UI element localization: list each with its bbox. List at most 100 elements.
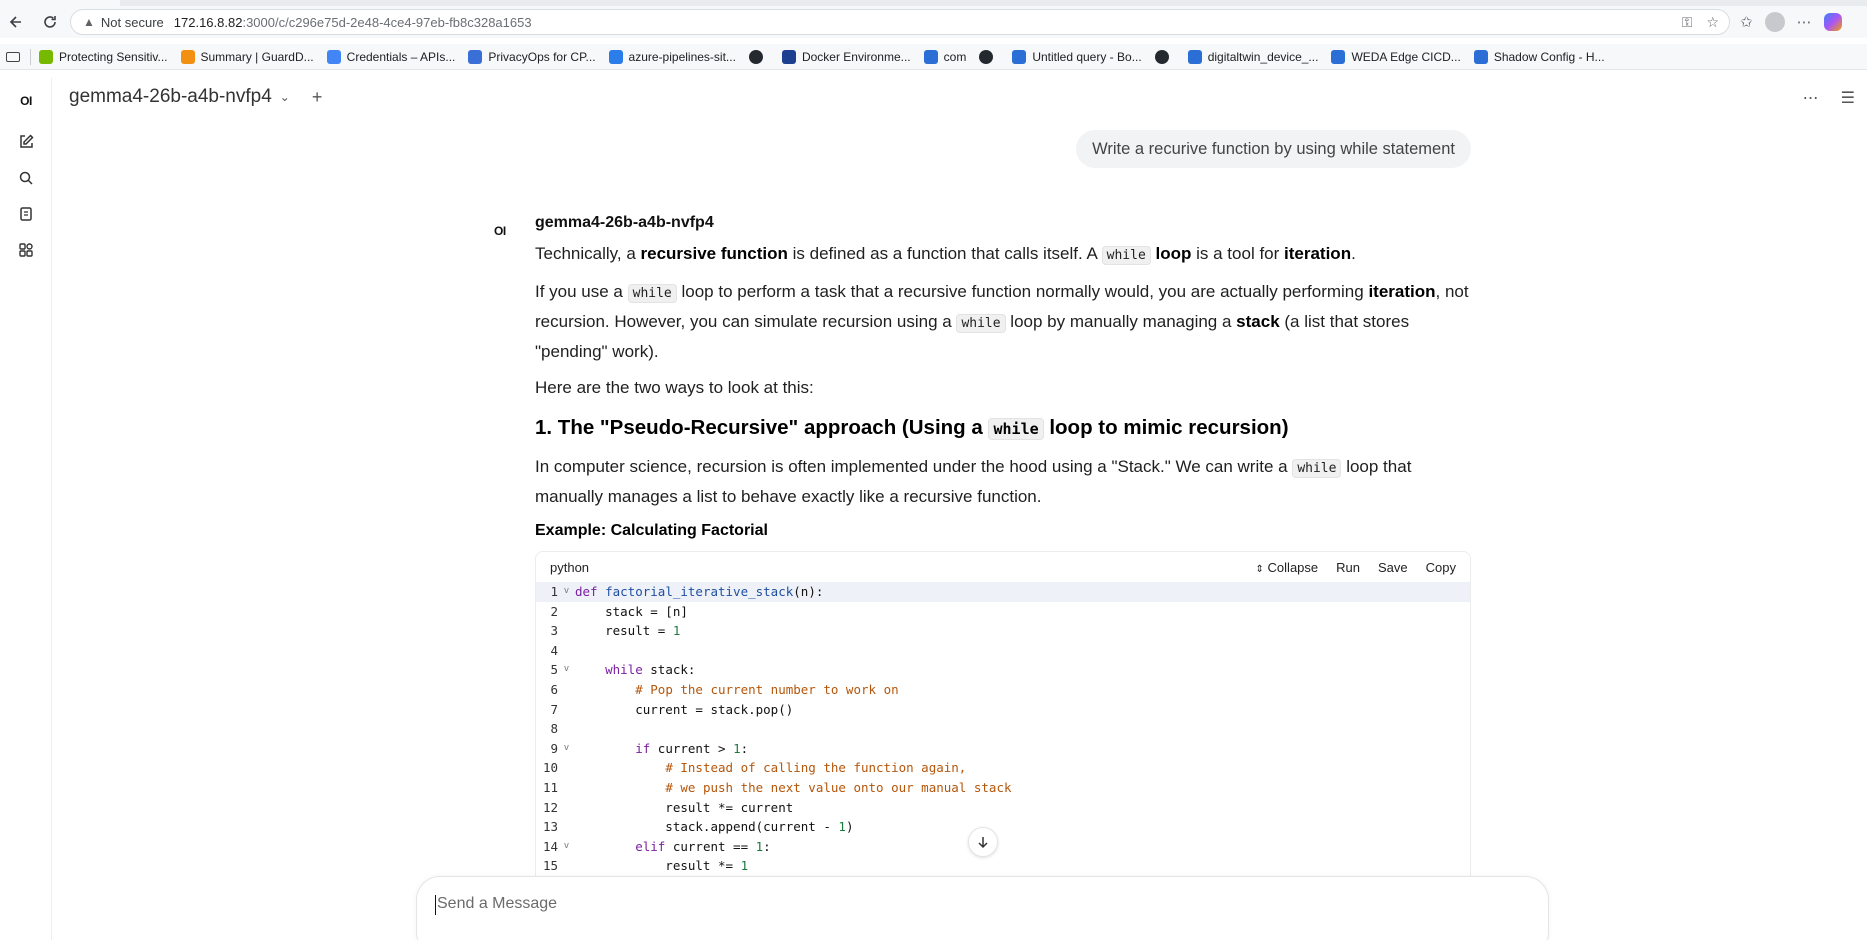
code-line: 15 result *= 1 (536, 856, 1470, 876)
bookmark-label: Docker Environme... (801, 49, 911, 64)
fold-gutter (558, 758, 575, 778)
bookmark-favicon-icon (1473, 49, 1488, 64)
star-icon[interactable]: ☆ (1706, 14, 1719, 31)
inline-code: while (1292, 459, 1342, 478)
fold-chevron-icon[interactable]: v (558, 582, 575, 602)
fold-gutter (558, 621, 575, 641)
key-icon[interactable]: ⚿ (1682, 14, 1693, 31)
bookmark-favicon-icon (180, 49, 195, 64)
bookmark-label: Summary | GuardD... (200, 49, 314, 64)
collapse-button[interactable]: ⇕ Collapse (1256, 560, 1319, 575)
line-number: 2 (550, 603, 558, 619)
bookmark-item[interactable] (748, 49, 769, 64)
model-name: gemma4-26b-a4b-nvfp4 (69, 86, 272, 107)
code-text: # Instead of calling the function again, (575, 758, 966, 778)
app-logo[interactable]: OI (13, 88, 39, 114)
header-actions: ⋯ ☰ (1803, 88, 1855, 108)
workspace-icon[interactable] (13, 237, 39, 263)
code-text: # Pop the current number to work on (575, 680, 898, 700)
inline-code: while (627, 284, 677, 303)
save-button[interactable]: Save (1378, 560, 1408, 575)
reload-icon[interactable] (38, 10, 62, 34)
bookmark-item[interactable] (979, 49, 999, 64)
fold-chevron-icon[interactable]: v (558, 739, 575, 759)
code-token: stack = [n] (575, 603, 688, 619)
fold-gutter (558, 778, 575, 798)
code-token: if (635, 740, 651, 756)
more-options-icon[interactable]: ⋯ (1803, 88, 1819, 108)
code-editor[interactable]: 1 v def factorial_iterative_stack(n): 2 sta… (536, 582, 1470, 890)
bookmark-favicon-icon (1331, 49, 1346, 64)
scroll-down-button[interactable] (968, 827, 998, 857)
line-number: 4 (550, 642, 558, 658)
code-line: 13 stack.append(current - 1) (536, 817, 1470, 837)
code-token: current == (665, 838, 756, 854)
bookmark-item[interactable]: Credentials – APIs... (326, 49, 456, 64)
bookmark-label: Credentials – APIs... (346, 49, 456, 64)
fold-gutter (558, 798, 575, 818)
app-sidebar: OI (0, 78, 52, 940)
bookmark-item[interactable]: Untitled query - Bo... (1012, 49, 1142, 64)
code-line: 8 (536, 719, 1470, 739)
notes-icon[interactable] (13, 201, 39, 227)
code-token: result *= current (575, 799, 794, 815)
bookmark-item[interactable]: Shadow Config - H... (1473, 49, 1605, 64)
bookmark-item[interactable]: digitaltwin_device_... (1187, 49, 1318, 64)
more-menu-icon[interactable]: ⋯ (1797, 13, 1812, 31)
section-heading: 1. The "Pseudo-Recursive" approach (Usin… (535, 416, 1289, 440)
controls-icon[interactable]: ☰ (1841, 88, 1855, 108)
chevron-down-icon[interactable]: ⌄ (280, 90, 290, 104)
code-token: : (740, 740, 749, 756)
bookmark-item[interactable]: WEDA Edge CICD... (1331, 49, 1461, 64)
message-composer[interactable]: Send a Message (416, 876, 1549, 940)
line-number: 12 (542, 799, 558, 815)
new-chat-icon[interactable] (13, 129, 39, 155)
bookmark-item[interactable]: Summary | GuardD... (180, 49, 314, 64)
browser-toolbar: ▲ Not secure 172.16.8.82 :3000/c/c296e75… (0, 6, 1867, 38)
paragraph-4: In computer science, recursion is often … (535, 457, 1412, 506)
bookmark-label: com (943, 49, 967, 64)
reading-list-icon[interactable] (6, 51, 20, 62)
add-model-icon[interactable]: + (312, 87, 323, 108)
code-line: 4 (536, 641, 1470, 661)
bookmark-item[interactable]: Docker Environme... (781, 49, 911, 64)
run-button[interactable]: Run (1336, 560, 1360, 575)
bookmark-label: Untitled query - Bo... (1032, 49, 1142, 64)
user-message: Write a recurive function by using while… (1076, 130, 1471, 168)
code-token: stack: (642, 662, 696, 678)
bookmark-label: Protecting Sensitiv... (59, 49, 168, 64)
code-token: stack.append(current - (575, 819, 839, 835)
code-token: current > (650, 740, 734, 756)
back-arrow-icon[interactable] (4, 10, 28, 34)
line-number: 5 (550, 662, 558, 678)
line-number: 3 (550, 623, 558, 639)
line-number: 13 (542, 819, 558, 835)
code-block-header: python ⇕ Collapse Run Save Copy (536, 552, 1470, 582)
paragraph-2: If you use a while loop to perform a tas… (535, 282, 1469, 361)
bookmark-item[interactable]: Protecting Sensitiv... (39, 49, 168, 64)
model-selector[interactable]: gemma4-26b-a4b-nvfp4 ⌄ + (69, 86, 322, 108)
fold-chevron-icon[interactable]: v (558, 660, 575, 680)
message-input[interactable]: Send a Message (437, 895, 557, 913)
bookmark-item[interactable]: PrivacyOps for CP... (468, 49, 596, 64)
bookmark-item[interactable]: com (923, 49, 967, 64)
bookmark-item[interactable]: azure-pipelines-sit... (608, 49, 736, 64)
address-bar[interactable]: ▲ Not secure 172.16.8.82 :3000/c/c296e75… (70, 9, 1730, 35)
profile-avatar-icon[interactable] (1764, 12, 1785, 32)
code-line: 10 # Instead of calling the function aga… (536, 758, 1470, 778)
bookmark-label: PrivacyOps for CP... (488, 49, 596, 64)
search-icon[interactable] (13, 165, 39, 191)
copy-button[interactable]: Copy (1426, 560, 1456, 575)
favorites-icon[interactable]: ✩ (1740, 13, 1753, 31)
code-line: 9v if current > 1: (536, 739, 1470, 759)
code-text: if current > 1: (575, 739, 748, 759)
bookmark-item[interactable] (1154, 49, 1175, 64)
fold-chevron-icon[interactable]: v (558, 837, 575, 857)
code-text: while stack: (575, 660, 695, 680)
bookmark-favicon-icon (326, 49, 341, 64)
bookmark-favicon-icon (1187, 49, 1202, 64)
copilot-icon[interactable] (1823, 13, 1842, 31)
code-token: current = stack.pop() (575, 701, 794, 717)
